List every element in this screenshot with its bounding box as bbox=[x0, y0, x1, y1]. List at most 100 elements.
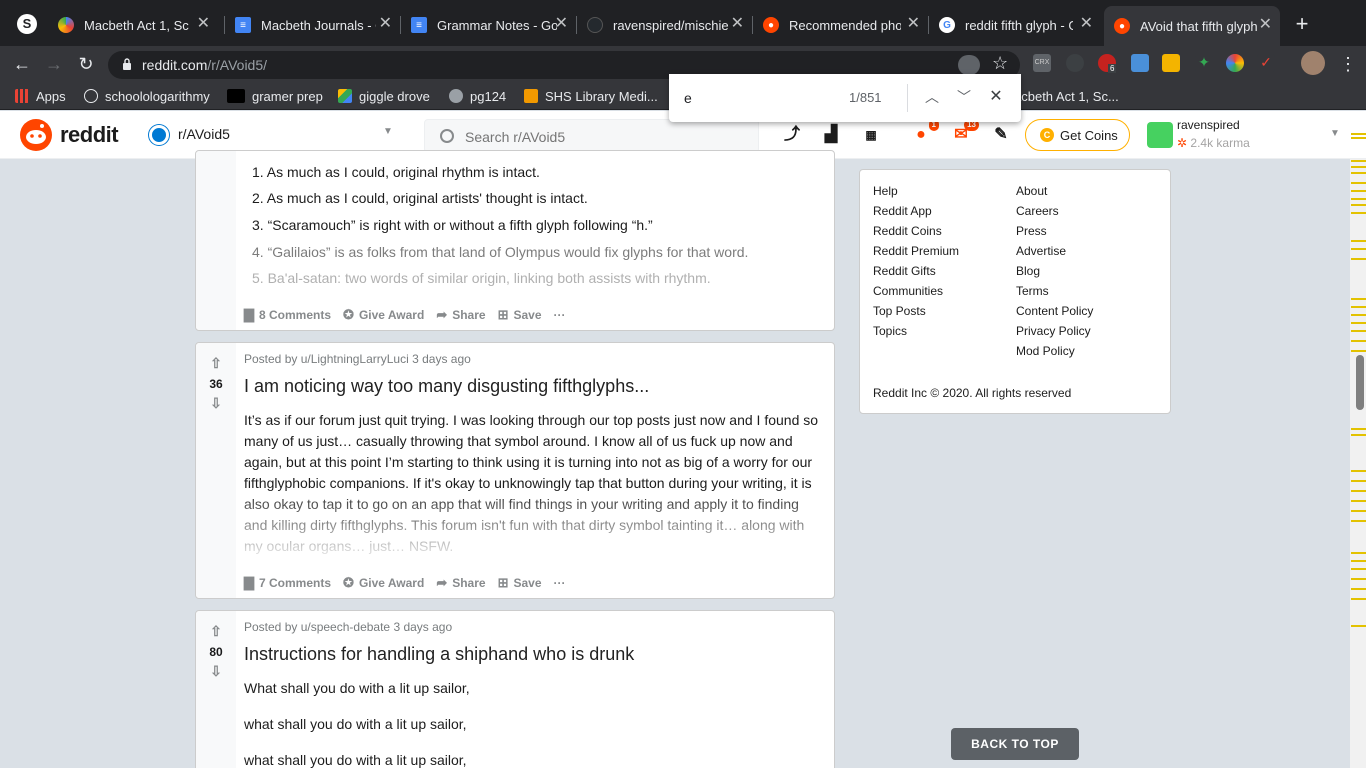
qr-icon[interactable]: ▦ bbox=[861, 125, 881, 145]
share-button[interactable]: ➦ Share bbox=[436, 307, 485, 323]
bookmark-star-icon[interactable]: ☆ bbox=[992, 53, 1008, 74]
color-extension-icon[interactable] bbox=[1226, 54, 1244, 72]
checkbox-extension-icon[interactable] bbox=[1131, 54, 1149, 72]
close-icon[interactable]: ✕ bbox=[1259, 17, 1272, 33]
footer-link[interactable]: Privacy Policy bbox=[1016, 324, 1091, 338]
tab-google-search[interactable]: G reddit fifth glyph - G ✕ bbox=[929, 8, 1101, 42]
comments-button[interactable]: ▇ 7 Comments bbox=[244, 575, 331, 591]
footer-link[interactable]: Careers bbox=[1016, 204, 1059, 218]
crx-extension-icon[interactable]: CRX bbox=[1033, 54, 1051, 72]
downvote-icon[interactable]: ⇩ bbox=[208, 663, 224, 679]
find-input[interactable]: e bbox=[684, 90, 692, 106]
chevron-up-icon[interactable]: ︿ bbox=[922, 86, 942, 108]
more-options-icon[interactable]: ··· bbox=[554, 576, 566, 590]
globe-icon bbox=[449, 89, 463, 103]
adblock-extension-icon[interactable]: 6 bbox=[1098, 54, 1117, 73]
scrollbar-thumb[interactable] bbox=[1356, 355, 1364, 410]
bookmark-macbeth[interactable]: acbeth Act 1, Sc... bbox=[1014, 87, 1119, 105]
post-title[interactable]: I am noticing way too many disgusting fi… bbox=[244, 376, 649, 397]
footer-link[interactable]: Advertise bbox=[1016, 244, 1066, 258]
post-actions: ▇ 7 Comments ✪ Give Award ➦ Share ⊞ Save ··· bbox=[244, 573, 578, 593]
close-icon[interactable]: ✕ bbox=[907, 16, 920, 32]
reddit-logo-icon[interactable] bbox=[20, 119, 52, 151]
close-icon[interactable]: ✕ bbox=[555, 16, 568, 32]
footer-link[interactable]: Help bbox=[873, 184, 898, 198]
community-switcher[interactable]: r/AVoid5 bbox=[178, 126, 230, 142]
search-input[interactable] bbox=[465, 129, 745, 145]
tab-macbeth-act[interactable]: Macbeth Act 1, Scene ✕ bbox=[48, 8, 218, 42]
save-button[interactable]: ⊞ Save bbox=[498, 575, 542, 591]
give-award-button[interactable]: ✪ Give Award bbox=[343, 575, 424, 591]
reload-icon[interactable]: ↻ bbox=[74, 52, 98, 76]
stats-icon[interactable]: ▟ bbox=[821, 125, 841, 145]
forward-arrow-icon[interactable]: → bbox=[42, 52, 66, 76]
back-arrow-icon[interactable]: ← bbox=[10, 52, 34, 76]
tab-recommended-photo[interactable]: ● Recommended photo ✕ bbox=[753, 8, 928, 42]
comments-button[interactable]: ▇ 8 Comments bbox=[244, 307, 331, 323]
tab-macbeth-journals[interactable]: ≡ Macbeth Journals - G ✕ bbox=[225, 8, 400, 42]
footer-link[interactable]: Content Policy bbox=[1016, 304, 1093, 318]
bookmark-apps[interactable]: Apps bbox=[15, 87, 66, 105]
reddit-wordmark[interactable]: reddit bbox=[60, 122, 119, 148]
profile-avatar-icon[interactable] bbox=[1301, 51, 1325, 75]
owl-extension-icon[interactable] bbox=[1066, 54, 1084, 72]
box-extension-icon[interactable] bbox=[1162, 54, 1180, 72]
post-card[interactable]: ⇧ 80 ⇩ Posted by u/speech-debate 3 days … bbox=[195, 610, 835, 768]
footer-link[interactable]: Topics bbox=[873, 324, 907, 338]
footer-link[interactable]: Mod Policy bbox=[1016, 344, 1075, 358]
schoology-extension-icon[interactable]: S bbox=[17, 14, 37, 34]
post-title[interactable]: Instructions for handling a shiphand who… bbox=[244, 644, 634, 665]
tab-github[interactable]: ravenspired/mischie ✕ bbox=[577, 8, 752, 42]
footer-link[interactable]: Reddit Coins bbox=[873, 224, 942, 238]
username[interactable]: ravenspired bbox=[1177, 118, 1240, 132]
footer-link[interactable]: Reddit App bbox=[873, 204, 932, 218]
post-card[interactable]: 1. As much as I could, original rhythm i… bbox=[195, 150, 835, 331]
search-bar[interactable] bbox=[424, 119, 759, 153]
pen-extension-icon[interactable]: ✓ bbox=[1257, 54, 1275, 72]
url-host: reddit.com bbox=[142, 57, 208, 73]
give-award-button[interactable]: ✪ Give Award bbox=[343, 307, 424, 323]
footer-link[interactable]: Blog bbox=[1016, 264, 1040, 278]
downvote-icon[interactable]: ⇩ bbox=[208, 395, 224, 411]
back-to-top-button[interactable]: BACK TO TOP bbox=[951, 728, 1079, 760]
chevron-down-icon[interactable]: ▼ bbox=[383, 126, 393, 137]
footer-link[interactable]: Reddit Premium bbox=[873, 244, 959, 258]
new-tab-button[interactable]: + bbox=[1290, 12, 1314, 36]
footer-link[interactable]: About bbox=[1016, 184, 1047, 198]
footer-link[interactable]: Terms bbox=[1016, 284, 1049, 298]
bookmark-gramer-prep[interactable]: gramer prep bbox=[227, 87, 323, 105]
leaf-extension-icon[interactable]: ✦ bbox=[1195, 54, 1213, 72]
footer-link[interactable]: Top Posts bbox=[873, 304, 926, 318]
chevron-down-icon[interactable]: ▼ bbox=[1330, 128, 1340, 139]
chat-icon[interactable]: ● 1 bbox=[911, 119, 939, 145]
upvote-icon[interactable]: ⇧ bbox=[208, 623, 224, 639]
find-in-page-icon[interactable] bbox=[958, 55, 980, 75]
footer-link[interactable]: Press bbox=[1016, 224, 1047, 238]
close-icon[interactable]: ✕ bbox=[986, 86, 1006, 108]
mail-icon[interactable]: ✉ 13 bbox=[951, 119, 979, 145]
bookmark-giggle-drove[interactable]: giggle drove bbox=[338, 87, 430, 105]
bookmark-shs-library[interactable]: SHS Library Medi... bbox=[524, 87, 658, 105]
avatar[interactable] bbox=[1147, 122, 1173, 148]
bookmark-schoolologarithmy[interactable]: schoolologarithmy bbox=[84, 87, 210, 105]
close-icon[interactable]: ✕ bbox=[197, 16, 210, 32]
upvote-icon[interactable]: ⇧ bbox=[208, 355, 224, 371]
share-button[interactable]: ➦ Share bbox=[436, 575, 485, 591]
save-button[interactable]: ⊞ Save bbox=[498, 307, 542, 323]
footer-link[interactable]: Reddit Gifts bbox=[873, 264, 936, 278]
footer-link[interactable]: Communities bbox=[873, 284, 943, 298]
tab-grammar-notes[interactable]: ≡ Grammar Notes - Goo ✕ bbox=[401, 8, 576, 42]
trending-icon[interactable]: ⤴ bbox=[782, 125, 802, 145]
more-options-icon[interactable]: ··· bbox=[554, 308, 566, 322]
close-icon[interactable]: ✕ bbox=[731, 16, 744, 32]
pencil-icon[interactable]: ✎ bbox=[991, 125, 1011, 145]
post-card[interactable]: ⇧ 36 ⇩ Posted by u/LightningLarryLuci 3 … bbox=[195, 342, 835, 599]
close-icon[interactable]: ✕ bbox=[379, 16, 392, 32]
close-icon[interactable]: ✕ bbox=[1080, 16, 1093, 32]
tab-avoid-fifth-glyph[interactable]: ● AVoid that fifth glyph ✕ bbox=[1104, 6, 1280, 46]
scrollbar-track[interactable] bbox=[1350, 159, 1366, 768]
get-coins-button[interactable]: C Get Coins bbox=[1025, 119, 1130, 151]
more-vert-icon[interactable]: ⋮ bbox=[1336, 52, 1360, 76]
bookmark-pg124[interactable]: pg124 bbox=[449, 87, 506, 105]
chevron-down-icon[interactable]: ﹀ bbox=[954, 86, 974, 108]
